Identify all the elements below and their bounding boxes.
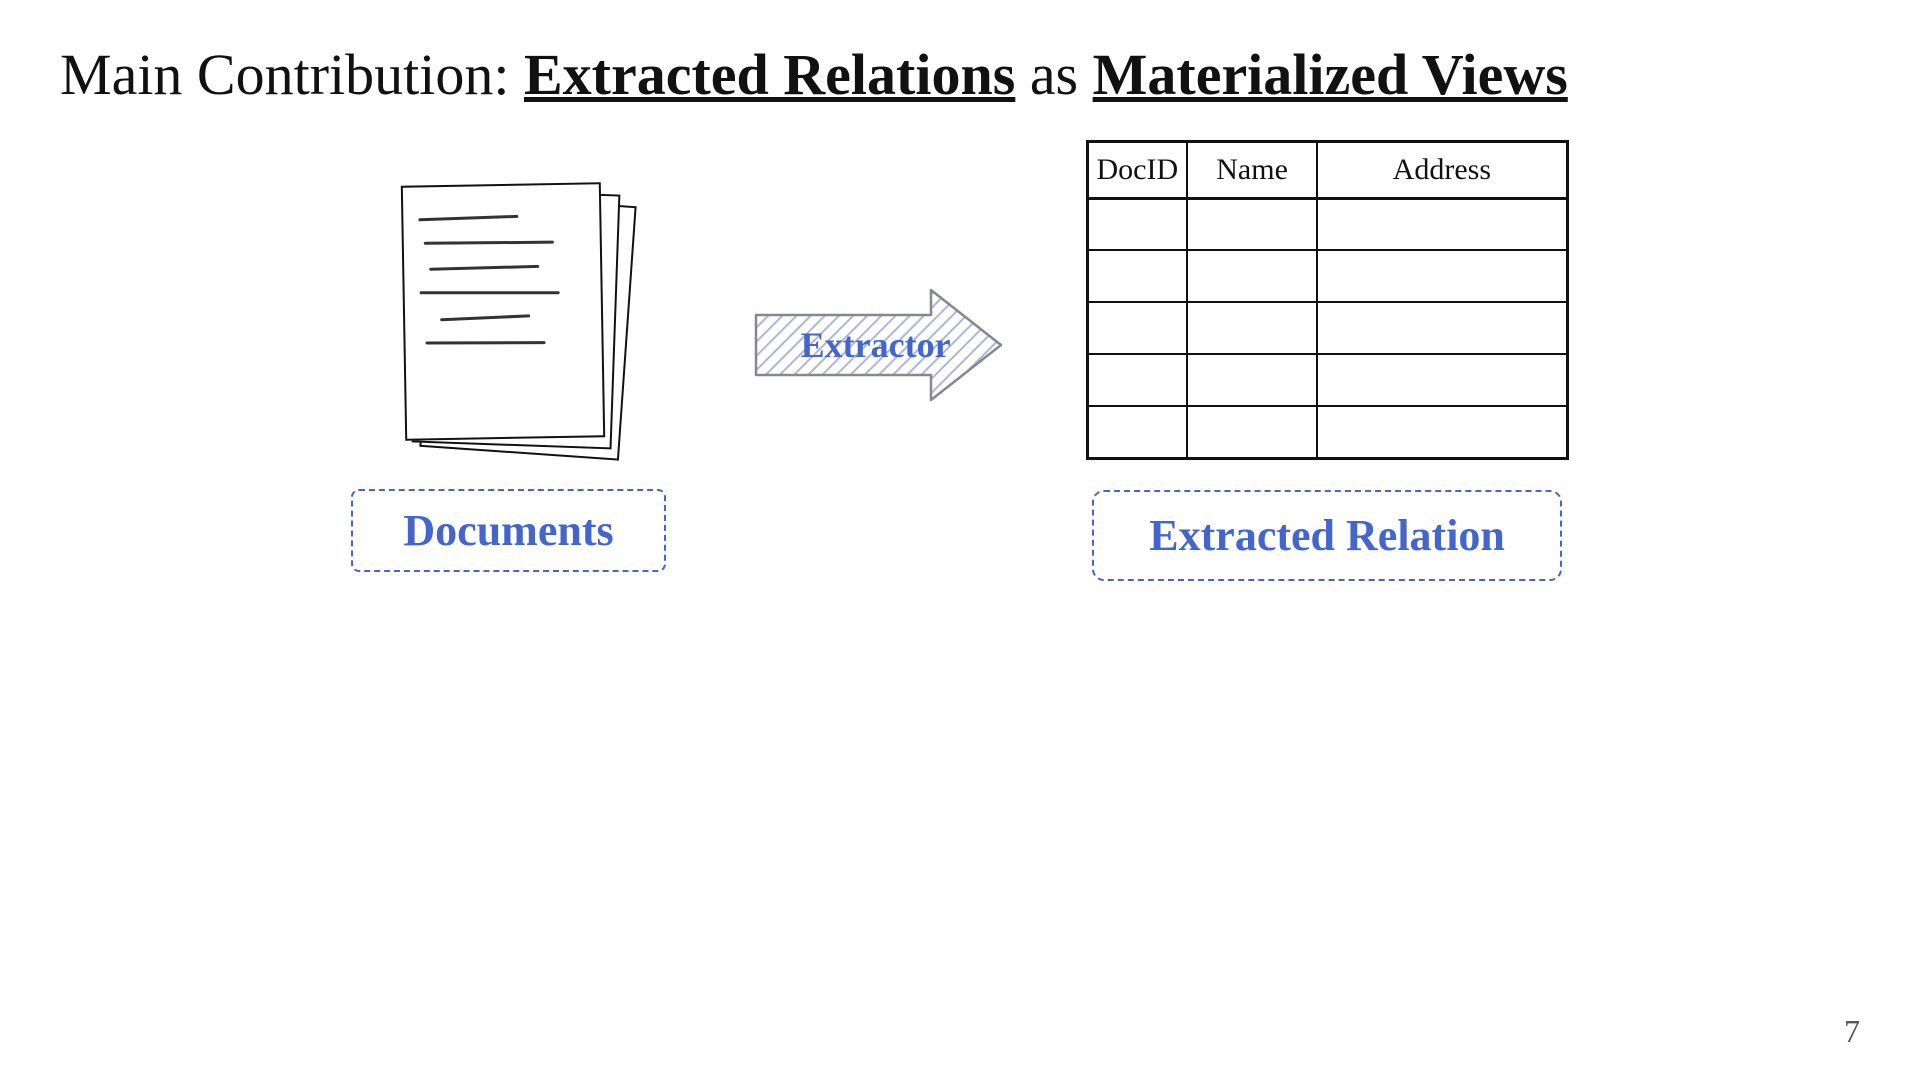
doc-line-2 [424,240,554,244]
doc-line-6 [426,341,546,344]
title-term1: Extracted Relations [524,42,1015,107]
extracted-relation-label: Extracted Relation [1092,490,1562,581]
cell [1187,354,1317,406]
doc-line-4 [420,291,560,294]
table-row [1087,250,1567,302]
title-term2: Materialized Views [1093,42,1568,107]
cell [1317,302,1567,354]
extractor-label: Extractor [801,324,951,366]
table-header-row: DocID Name Address [1087,141,1567,198]
doc-page-front [401,182,605,440]
table-row [1087,198,1567,250]
extractor-section: Extractor [746,280,1006,410]
table-row [1087,354,1567,406]
cell [1087,302,1187,354]
documents-label: Documents [351,489,665,572]
arrow-container: Extractor [746,280,1006,410]
diagram-area: Documents Extractor [60,170,1860,581]
slide-container: Main Contribution: Extracted Relations a… [0,0,1920,1080]
title-prefix: Main Contribution: [60,42,524,107]
table-row [1087,302,1567,354]
cell [1087,198,1187,250]
doc-line-1 [419,214,519,220]
cell [1187,406,1317,458]
extracted-relation-table: DocID Name Address [1086,140,1569,460]
doc-lines [419,214,582,367]
documents-section: Documents [351,179,665,572]
table-row [1087,406,1567,458]
cell [1187,302,1317,354]
col-header-docid: DocID [1087,141,1187,198]
col-header-name: Name [1187,141,1317,198]
cell [1317,250,1567,302]
cell [1087,406,1187,458]
doc-line-3 [430,264,540,270]
title-middle: as [1015,42,1092,107]
cell [1187,198,1317,250]
cell [1317,354,1567,406]
cell [1087,250,1187,302]
table-section: DocID Name Address [1086,140,1569,581]
cell [1087,354,1187,406]
cell [1317,406,1567,458]
slide-title: Main Contribution: Extracted Relations a… [60,40,1860,110]
col-header-address: Address [1317,141,1567,198]
document-stack [398,179,618,459]
cell [1317,198,1567,250]
page-number: 7 [1844,1013,1860,1050]
cell [1187,250,1317,302]
doc-line-5 [441,314,531,321]
